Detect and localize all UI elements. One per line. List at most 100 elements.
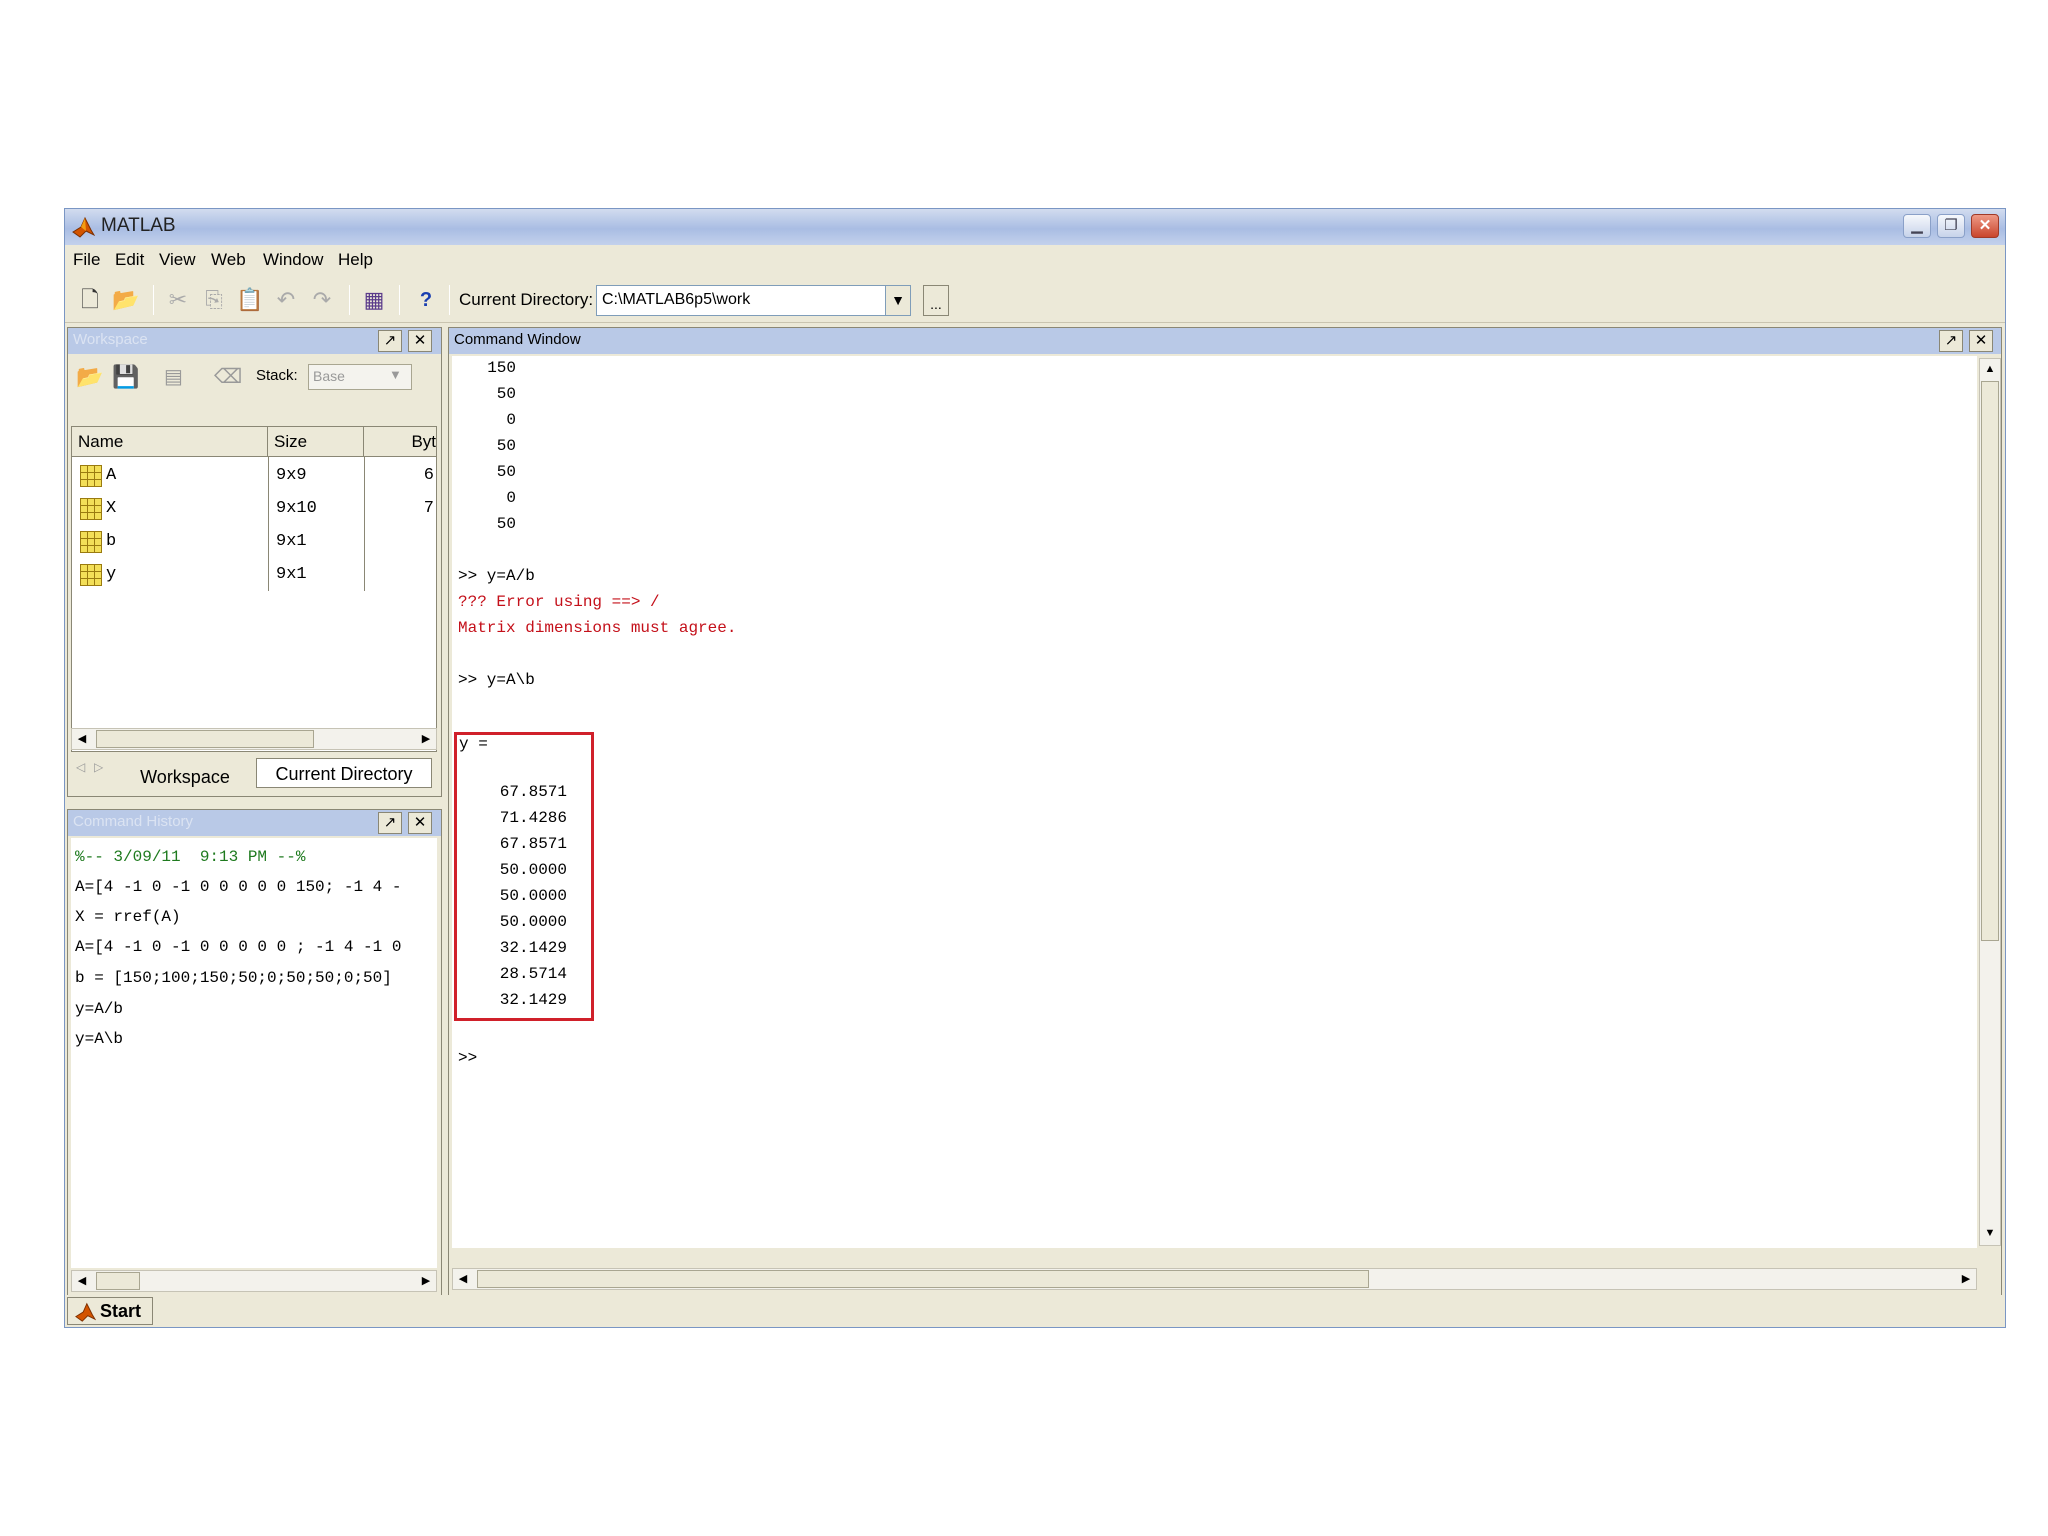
title-bar[interactable]: MATLAB ▁ ❐ ✕: [65, 209, 2005, 245]
copy-icon[interactable]: ⎘: [199, 285, 229, 315]
history-entry[interactable]: y=A\b: [75, 1030, 123, 1048]
scroll-thumb[interactable]: [96, 730, 314, 748]
result-value: 28.5714: [499, 965, 567, 983]
tab-scroll-right-icon[interactable]: ▷: [94, 760, 103, 774]
restore-button[interactable]: ❐: [1937, 214, 1965, 238]
scroll-left-icon[interactable]: ◀: [72, 1271, 92, 1291]
open-folder-icon[interactable]: 📂: [76, 364, 103, 390]
result-highlight-box: y = 67.8571 71.4286 67.8571 50.0000 50.0…: [454, 732, 594, 1021]
menu-file[interactable]: File: [73, 250, 100, 270]
start-button[interactable]: Start: [67, 1297, 153, 1325]
matlab-logo-icon: [75, 1302, 96, 1322]
delete-variable-icon[interactable]: ⌫: [214, 364, 242, 389]
variable-bytes: [372, 560, 434, 590]
current-directory-field[interactable]: C:\MATLAB6p5\work: [596, 285, 911, 316]
cut-icon[interactable]: ✂: [163, 285, 193, 315]
scroll-thumb[interactable]: [1981, 381, 1999, 941]
variable-name: A: [106, 466, 117, 485]
import-data-icon[interactable]: ▤: [164, 364, 183, 389]
table-row[interactable]: y 9x1: [72, 560, 436, 590]
paste-icon[interactable]: 📋: [235, 285, 265, 315]
scroll-up-icon[interactable]: ▲: [1980, 359, 2000, 379]
history-entry[interactable]: A=[4 -1 0 -1 0 0 0 0 0 150; -1 4 -: [75, 878, 401, 896]
matlab-logo-icon: [72, 216, 95, 238]
output-value: 50: [496, 385, 516, 403]
command-window-hscrollbar[interactable]: ◀ ▶: [452, 1268, 1977, 1290]
scroll-right-icon[interactable]: ▶: [416, 729, 436, 749]
stack-select-value: Base: [313, 368, 345, 384]
undock-icon[interactable]: ↗: [378, 330, 402, 352]
history-entry[interactable]: X = rref(A): [75, 908, 181, 926]
history-list: %-- 3/09/11 9:13 PM --% A=[4 -1 0 -1 0 0…: [71, 838, 437, 1268]
redo-icon[interactable]: ↷: [307, 285, 337, 315]
tab-scroll-left-icon[interactable]: ◁: [76, 760, 85, 774]
command-window-panel: Command Window ↗ ✕ 150 50 0 50 50 0 50 >…: [448, 327, 2002, 1297]
minimize-button[interactable]: ▁: [1903, 214, 1931, 238]
scroll-thumb[interactable]: [477, 1270, 1369, 1288]
help-icon[interactable]: ?: [411, 285, 441, 315]
simulink-icon[interactable]: ▦: [359, 285, 389, 315]
stack-select[interactable]: Base ▼: [308, 364, 412, 390]
workspace-hscrollbar[interactable]: ◀ ▶: [71, 728, 437, 750]
result-value: 67.8571: [499, 783, 567, 801]
variable-name: b: [106, 532, 117, 551]
history-entry[interactable]: A=[4 -1 0 -1 0 0 0 0 0 ; -1 4 -1 0: [75, 938, 401, 956]
menu-web[interactable]: Web: [211, 250, 246, 270]
menu-edit[interactable]: Edit: [115, 250, 144, 270]
toolbar-separator: [399, 285, 400, 315]
undock-icon[interactable]: ↗: [378, 812, 402, 834]
column-header-name[interactable]: Name: [72, 427, 268, 457]
command-window-vscrollbar[interactable]: ▲ ▼: [1979, 358, 2001, 1246]
undo-icon[interactable]: ↶: [271, 285, 301, 315]
workspace-panel: Workspace ↗ ✕ 📂 💾 ▤ ⌫ Stack: Base ▼ Name…: [67, 327, 442, 797]
save-icon[interactable]: 💾: [112, 364, 139, 390]
scroll-thumb[interactable]: [96, 1272, 140, 1290]
history-session-header: %-- 3/09/11 9:13 PM --%: [75, 848, 306, 866]
menu-window[interactable]: Window: [263, 250, 323, 270]
command-line: >> y=A\b: [458, 671, 535, 689]
chevron-down-icon: ▼: [389, 367, 402, 382]
toolbar-separator: [449, 285, 450, 315]
start-label: Start: [100, 1301, 142, 1321]
history-hscrollbar[interactable]: ◀ ▶: [71, 1270, 437, 1292]
scroll-left-icon[interactable]: ◀: [453, 1269, 473, 1289]
new-file-icon[interactable]: 🗋: [75, 285, 105, 315]
open-folder-icon[interactable]: 📂: [111, 285, 141, 315]
history-entry[interactable]: b = [150;100;150;50;0;50;50;0;50]: [75, 969, 392, 987]
close-icon[interactable]: ✕: [1969, 330, 1993, 352]
table-row[interactable]: X 9x10 7: [72, 494, 436, 524]
result-value: 50.0000: [499, 887, 567, 905]
result-value: 67.8571: [499, 835, 567, 853]
column-header-bytes[interactable]: Byt: [364, 427, 436, 457]
result-label: y =: [459, 735, 488, 753]
menu-help[interactable]: Help: [338, 250, 373, 270]
close-icon[interactable]: ✕: [408, 330, 432, 352]
command-window-content[interactable]: 150 50 0 50 50 0 50 >> y=A/b ??? Error u…: [452, 356, 1977, 1248]
close-icon[interactable]: ✕: [408, 812, 432, 834]
column-header-size[interactable]: Size: [268, 427, 364, 457]
variable-size: 9x1: [276, 532, 307, 551]
table-row[interactable]: A 9x9 6: [72, 461, 436, 491]
output-value: 50: [496, 437, 516, 455]
menu-bar: File Edit View Web Window Help: [65, 245, 2005, 277]
scroll-left-icon[interactable]: ◀: [72, 729, 92, 749]
tab-current-directory[interactable]: Current Directory: [256, 758, 432, 788]
workspace-title-bar: Workspace ↗ ✕: [68, 328, 441, 354]
scroll-right-icon[interactable]: ▶: [416, 1271, 436, 1291]
scroll-down-icon[interactable]: ▼: [1980, 1223, 2000, 1243]
variable-bytes: 7: [423, 499, 434, 518]
browse-directory-button[interactable]: ...: [923, 285, 949, 316]
variable-bytes: [372, 527, 434, 557]
toolbar-separator: [349, 285, 350, 315]
undock-icon[interactable]: ↗: [1939, 330, 1963, 352]
menu-view[interactable]: View: [159, 250, 196, 270]
variable-name: y: [106, 565, 117, 584]
scroll-right-icon[interactable]: ▶: [1956, 1269, 1976, 1289]
history-entry[interactable]: y=A/b: [75, 1000, 123, 1018]
output-value: 0: [506, 411, 516, 429]
output-value: 0: [506, 489, 516, 507]
close-window-button[interactable]: ✕: [1971, 214, 1999, 238]
chevron-down-icon[interactable]: ▼: [885, 285, 911, 316]
tab-workspace[interactable]: Workspace: [118, 762, 252, 792]
table-row[interactable]: b 9x1: [72, 527, 436, 557]
